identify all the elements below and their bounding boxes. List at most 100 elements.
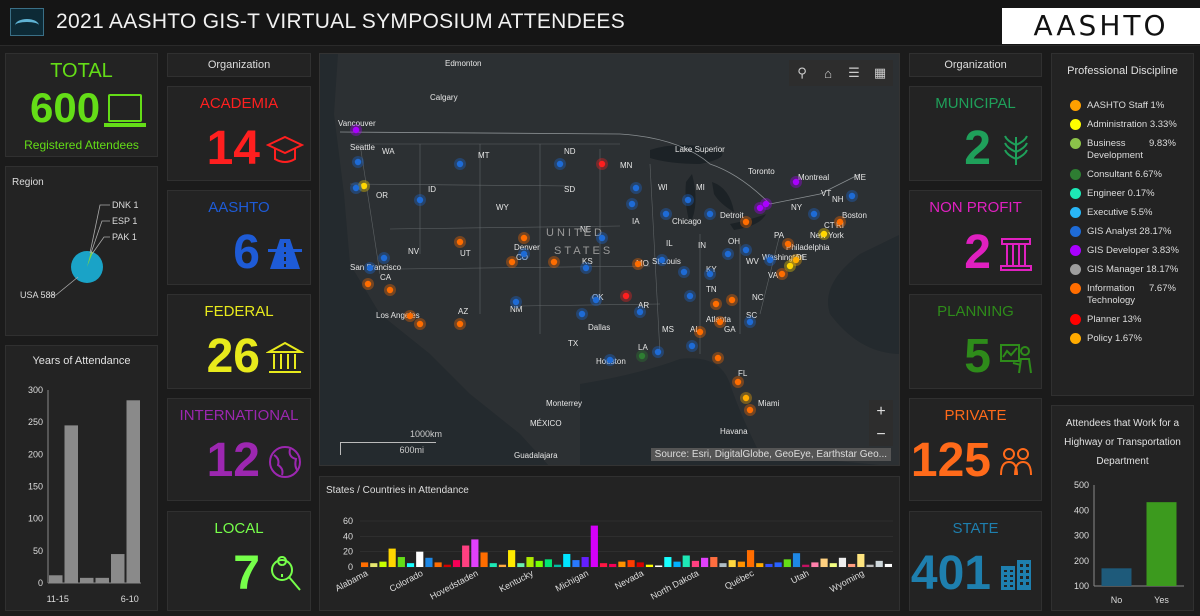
attendee-marker[interactable] <box>662 210 670 218</box>
attendee-marker[interactable] <box>520 234 528 242</box>
qr-grid-icon[interactable]: ▦ <box>870 65 890 81</box>
attendee-marker[interactable] <box>654 348 662 356</box>
attendee-marker[interactable] <box>550 258 558 266</box>
attendee-marker[interactable] <box>582 264 590 272</box>
attendee-marker[interactable] <box>598 234 606 242</box>
state-bar[interactable] <box>866 564 874 567</box>
attendee-marker[interactable] <box>734 378 742 386</box>
org-card-aashto[interactable]: AASHTO 6 <box>167 190 311 285</box>
state-bar[interactable] <box>765 563 773 567</box>
state-bar[interactable] <box>710 557 718 567</box>
attendee-marker[interactable] <box>706 210 714 218</box>
attendee-marker[interactable] <box>638 352 646 360</box>
attendee-marker[interactable] <box>354 158 362 166</box>
attendee-marker[interactable] <box>386 286 394 294</box>
discipline-legend-item[interactable]: GIS Analyst 28.17% <box>1070 226 1180 238</box>
state-bar[interactable] <box>783 559 791 567</box>
state-bar[interactable] <box>480 552 488 567</box>
attendee-marker[interactable] <box>456 320 464 328</box>
highway-bar-yes[interactable] <box>1146 502 1177 586</box>
discipline-legend-item[interactable]: Business Development 9.83% <box>1070 138 1180 162</box>
attendee-marker[interactable] <box>714 354 722 362</box>
attendee-marker[interactable] <box>686 292 694 300</box>
org-card-federal[interactable]: FEDERAL 26 <box>167 294 311 389</box>
state-bar[interactable] <box>599 563 608 567</box>
state-bar[interactable] <box>728 560 736 567</box>
state-bar[interactable] <box>397 557 405 567</box>
attendee-marker[interactable] <box>762 200 770 208</box>
state-bar[interactable] <box>471 539 479 567</box>
layer-list-icon[interactable]: ☰ <box>844 65 864 81</box>
attendee-marker[interactable] <box>416 320 424 328</box>
state-bar[interactable] <box>774 562 782 567</box>
attendee-marker[interactable] <box>352 126 360 134</box>
attendee-marker[interactable] <box>508 258 516 266</box>
years-bar[interactable] <box>80 577 94 583</box>
state-bar[interactable] <box>701 557 709 567</box>
state-bar[interactable] <box>618 561 626 567</box>
state-bar[interactable] <box>526 557 534 567</box>
state-bar[interactable] <box>719 563 727 567</box>
discipline-legend-item[interactable]: Consultant 6.67% <box>1070 169 1180 181</box>
attendee-marker[interactable] <box>416 196 424 204</box>
attendee-marker[interactable] <box>746 318 754 326</box>
search-icon[interactable]: ⚲ <box>792 65 812 81</box>
state-bar[interactable] <box>563 553 571 567</box>
attendee-marker[interactable] <box>836 218 844 226</box>
state-bar[interactable] <box>884 563 892 567</box>
attendee-marker[interactable] <box>636 308 644 316</box>
state-bar[interactable] <box>636 562 644 567</box>
attendee-marker[interactable] <box>556 160 564 168</box>
attendee-marker[interactable] <box>792 178 800 186</box>
state-bar[interactable] <box>756 563 764 567</box>
years-bar[interactable] <box>111 554 125 583</box>
discipline-legend-item[interactable]: Policy 1.67% <box>1070 333 1180 345</box>
state-bar[interactable] <box>462 545 470 567</box>
state-bar[interactable] <box>535 560 543 567</box>
attendee-marker[interactable] <box>766 256 774 264</box>
state-bar[interactable] <box>820 558 828 567</box>
state-bar[interactable] <box>802 564 810 567</box>
attendee-marker[interactable] <box>520 250 528 258</box>
attendee-marker[interactable] <box>634 260 642 268</box>
discipline-legend-item[interactable]: Engineer 0.17% <box>1070 188 1180 200</box>
attendee-marker[interactable] <box>380 254 388 262</box>
state-bar[interactable] <box>379 561 387 567</box>
attendee-marker[interactable] <box>724 250 732 258</box>
attendee-marker[interactable] <box>684 196 692 204</box>
attendee-marker[interactable] <box>746 406 754 414</box>
attendee-marker[interactable] <box>712 300 720 308</box>
discipline-legend-item[interactable]: Planner 13% <box>1070 314 1180 326</box>
attendee-marker[interactable] <box>658 256 666 264</box>
attendee-marker[interactable] <box>848 192 856 200</box>
map-attribution[interactable]: Source: Esri, DigitalGlobe, GeoEye, Eart… <box>650 448 891 461</box>
state-bar[interactable] <box>645 564 654 567</box>
state-bar[interactable] <box>811 562 819 567</box>
years-bar[interactable] <box>126 400 141 583</box>
attendee-marker[interactable] <box>784 240 792 248</box>
attendee-marker[interactable] <box>606 356 614 364</box>
attendee-marker[interactable] <box>456 238 464 246</box>
state-bar[interactable] <box>517 563 525 567</box>
discipline-legend-item[interactable]: Executive 5.5% <box>1070 207 1180 219</box>
state-bar[interactable] <box>425 557 433 567</box>
attendee-map[interactable]: Edmonton Calgary Vancouver Seattle WA MT ND MN L… <box>319 53 900 466</box>
state-bar[interactable] <box>581 557 589 567</box>
state-bar[interactable] <box>737 561 745 567</box>
attendee-marker[interactable] <box>406 312 414 320</box>
state-bar[interactable] <box>361 562 369 567</box>
attendee-marker[interactable] <box>578 310 586 318</box>
zoom-in-button[interactable]: + <box>869 400 893 423</box>
discipline-legend-item[interactable]: AASHTO Staff 1% <box>1070 100 1180 112</box>
attendee-marker[interactable] <box>820 230 828 238</box>
state-bar[interactable] <box>498 564 507 567</box>
state-bar[interactable] <box>609 563 617 567</box>
attendee-marker[interactable] <box>598 160 606 168</box>
attendee-marker[interactable] <box>680 268 688 276</box>
discipline-legend-item[interactable]: Administration 3.33% <box>1070 119 1180 131</box>
years-bar[interactable] <box>95 577 110 583</box>
state-bar[interactable] <box>829 563 837 567</box>
org-card-local[interactable]: LOCAL 7 <box>167 511 311 611</box>
state-bar[interactable] <box>838 557 847 567</box>
state-bar[interactable] <box>370 563 378 567</box>
